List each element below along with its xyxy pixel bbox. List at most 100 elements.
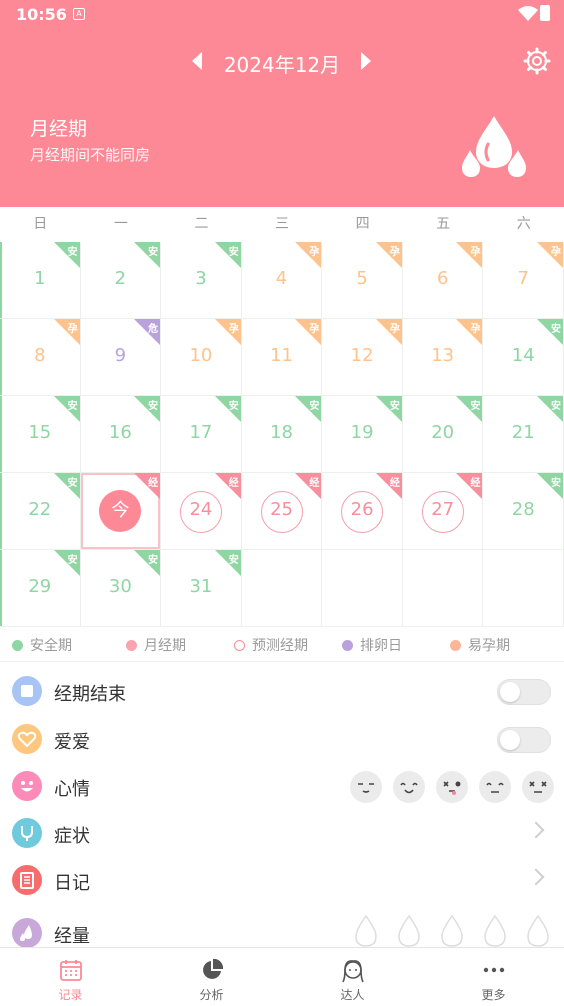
tab-label: 更多	[481, 988, 506, 1002]
day-number: 27	[431, 499, 455, 520]
calendar-icon	[59, 960, 82, 981]
mood-silly-icon[interactable]	[436, 771, 468, 803]
bottom-tab-bar: 记录 分析 达人 更多	[0, 947, 564, 1006]
battery-icon	[540, 5, 550, 21]
calendar-day-cell[interactable]: 12 孕	[322, 319, 403, 396]
calendar-day-cell[interactable]: 31 安	[161, 550, 242, 627]
calendar-day-cell[interactable]: 22 安	[0, 473, 81, 550]
calendar-day-cell[interactable]: 4孕	[241, 242, 323, 319]
predicted-dot-icon	[234, 640, 245, 651]
day-number: 15	[28, 422, 52, 443]
day-number: 3	[195, 268, 207, 289]
calendar-empty-cell	[241, 550, 323, 627]
day-status-label: 孕	[470, 247, 481, 258]
calendar-day-cell[interactable]: 8孕	[0, 319, 81, 396]
mood-dead-icon[interactable]	[522, 771, 554, 803]
calendar-today-cell[interactable]: 今经	[80, 473, 162, 550]
tab-label: 达人	[340, 988, 365, 1002]
calendar-day-cell[interactable]: 7孕	[483, 242, 564, 319]
prev-month-icon[interactable]	[192, 52, 202, 70]
next-month-icon[interactable]	[361, 52, 371, 70]
day-number: 9	[114, 345, 127, 366]
flow-drop-icon[interactable]	[524, 914, 552, 948]
chevron-right-icon[interactable]	[527, 821, 545, 839]
weekday-label: 二	[194, 216, 209, 232]
day-number: 25	[270, 499, 293, 520]
calendar-day-cell[interactable]: 26 经	[322, 473, 403, 550]
flow-drop-icon[interactable]	[438, 914, 466, 948]
symptoms-row[interactable]: 症状	[0, 810, 564, 857]
calendar-day-cell[interactable]: 11 孕	[241, 319, 323, 396]
tab-label: 分析	[199, 988, 224, 1002]
settings-gear-icon[interactable]	[523, 47, 551, 75]
calendar-day-cell[interactable]: 3安	[161, 242, 242, 319]
calendar-day-cell[interactable]: 6孕	[402, 242, 484, 319]
calendar-day-cell[interactable]: 16 安	[80, 396, 162, 473]
day-status-label: 安	[67, 478, 78, 489]
calendar-week-row: 15 安 16 安 17 安 18 安 19 安 20 安 21 安	[0, 396, 564, 473]
calendar-empty-cell	[322, 550, 403, 627]
calendar-day-cell[interactable]: 24 经	[161, 473, 242, 550]
day-status-label: 孕	[389, 324, 400, 335]
legend-label: 排卵日	[360, 638, 402, 654]
day-status-label: 孕	[470, 324, 481, 335]
day-status-label: 经	[470, 478, 481, 489]
calendar-day-cell[interactable]: 30 安	[80, 550, 162, 627]
period-subtitle: 月经期间不能同房	[30, 146, 151, 164]
legend-label: 易孕期	[468, 638, 510, 654]
flow-drop-icon[interactable]	[352, 914, 380, 948]
flow-drop-icon[interactable]	[395, 914, 423, 948]
love-toggle[interactable]	[497, 727, 551, 753]
day-status-label: 孕	[551, 247, 562, 258]
calendar-day-cell[interactable]: 29 安	[0, 550, 81, 627]
mood-happy-icon[interactable]	[393, 771, 425, 803]
calendar-day-cell[interactable]: 13 孕	[402, 319, 484, 396]
calendar-day-cell[interactable]: 18 安	[241, 396, 323, 473]
calendar-day-cell[interactable]: 25 经	[241, 473, 323, 550]
day-status-label: 孕	[67, 324, 78, 335]
day-number: 5	[356, 268, 368, 289]
calendar-day-cell[interactable]: 21 安	[483, 396, 564, 473]
day-number: 21	[511, 422, 535, 443]
tab-more[interactable]: 更多	[423, 948, 564, 1006]
flow-drop-icon[interactable]	[481, 914, 509, 948]
mood-sad-icon[interactable]	[479, 771, 511, 803]
legend-fertile: 易孕期	[450, 635, 510, 655]
calendar-day-cell[interactable]: 5孕	[322, 242, 403, 319]
hearts-icon	[12, 724, 42, 754]
tab-experts[interactable]: 达人	[282, 948, 423, 1006]
notification-badge-icon: A	[73, 8, 85, 20]
day-status-label: 安	[228, 401, 239, 412]
calendar-day-cell[interactable]: 20 安	[402, 396, 484, 473]
calendar-day-cell[interactable]: 14 安	[483, 319, 564, 396]
calendar-day-cell[interactable]: 17 安	[161, 396, 242, 473]
chevron-right-icon[interactable]	[527, 868, 545, 886]
mood-smug-icon[interactable]	[350, 771, 382, 803]
tab-record[interactable]: 记录	[0, 948, 141, 1006]
calendar-day-cell[interactable]: 27 经	[402, 473, 484, 550]
calendar-day-cell[interactable]: 10 孕	[161, 319, 242, 396]
status-bar: 10:56 A	[0, 0, 564, 30]
calendar-day-cell[interactable]: 1安	[0, 242, 81, 319]
calendar-day-cell[interactable]: 19 安	[322, 396, 403, 473]
legend-safe: 安全期	[12, 635, 72, 655]
calendar-day-cell[interactable]: 9危	[80, 319, 162, 396]
month-title[interactable]: 2024年12月	[210, 49, 354, 78]
day-number: 6	[436, 268, 449, 289]
day-status-label: 经	[389, 478, 400, 489]
header: 10:56 A 2024年12月 月经期 月经期间不能同房	[0, 0, 564, 207]
weekday-label: 三	[275, 216, 290, 232]
day-number: 29	[28, 576, 52, 597]
calendar-day-cell[interactable]: 15 安	[0, 396, 81, 473]
diary-row[interactable]: 日记	[0, 857, 564, 904]
day-number: 13	[431, 345, 455, 366]
pie-chart-icon	[202, 958, 223, 979]
tab-analysis[interactable]: 分析	[141, 948, 282, 1006]
day-number: 4	[275, 268, 288, 289]
period-end-toggle[interactable]	[497, 679, 551, 705]
calendar-day-cell[interactable]: 28 安	[483, 473, 564, 550]
calendar-day-cell[interactable]: 2安	[80, 242, 162, 319]
day-number: 30	[108, 576, 132, 597]
calendar-empty-cell	[402, 550, 484, 627]
safe-dot-icon	[12, 640, 23, 651]
